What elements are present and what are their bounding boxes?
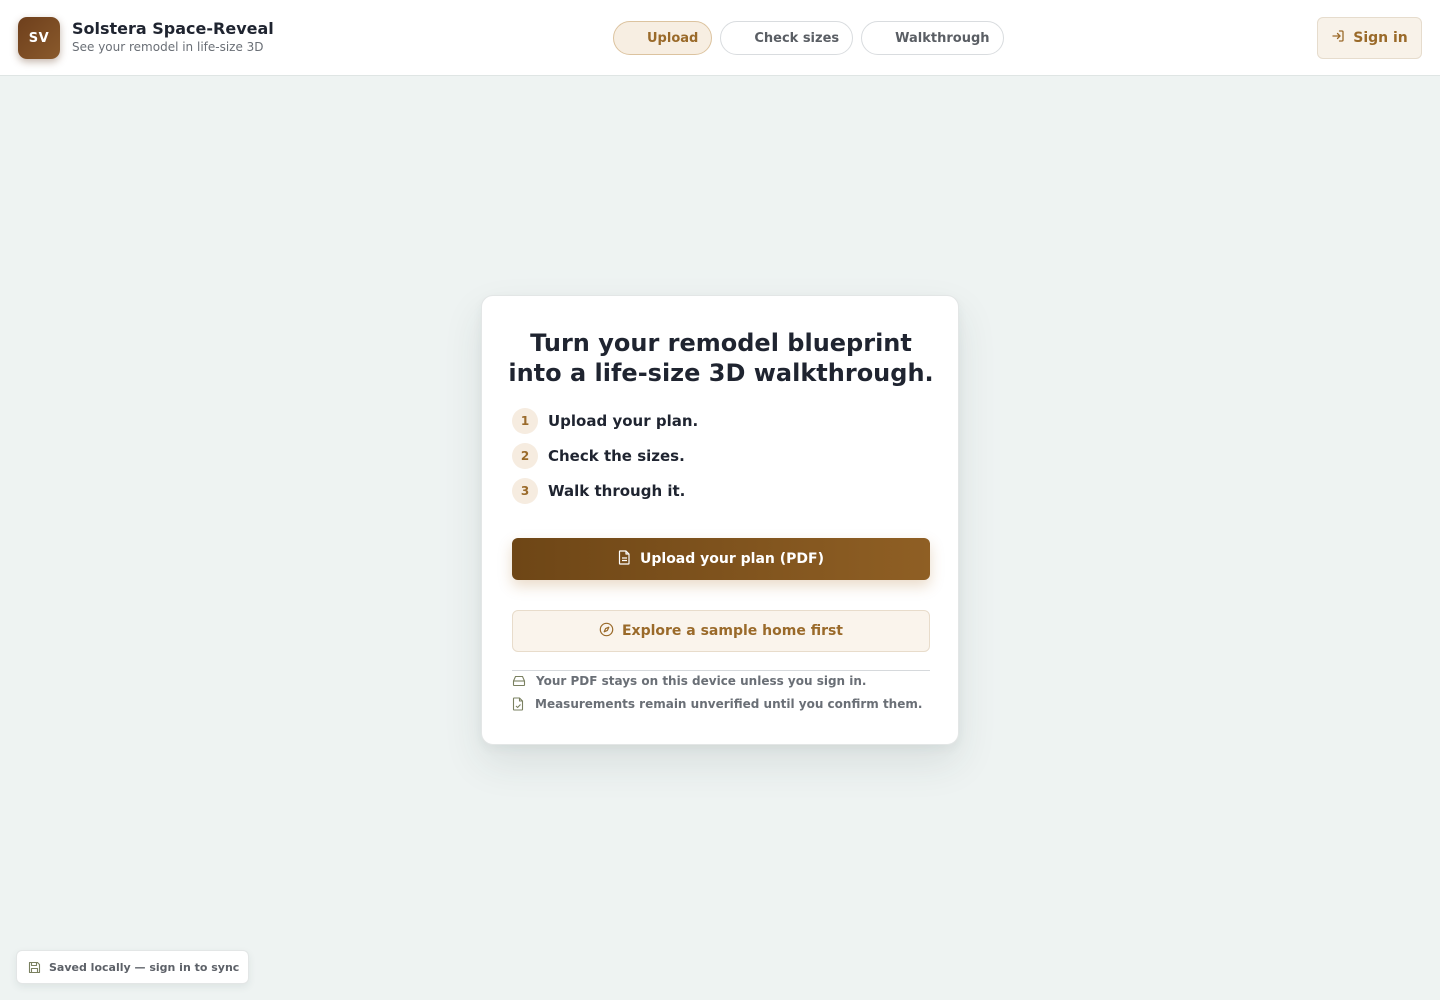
step-tab-check-sizes[interactable]: Check sizes xyxy=(720,21,854,55)
brand-name: Solstera Space-Reveal xyxy=(72,19,274,38)
step-item-3: 3 Walk through it. xyxy=(512,478,685,504)
sign-in-button[interactable]: Sign in xyxy=(1317,17,1422,59)
onboarding-card: Turn your remodel blueprint into a life-… xyxy=(481,295,959,745)
step-item-2: 2 Check the sizes. xyxy=(512,443,685,469)
page-title: Turn your remodel blueprint into a life-… xyxy=(482,328,960,388)
sync-status-badge[interactable]: Saved locally — sign in to sync xyxy=(16,950,249,984)
sync-status-text: Saved locally — sign in to sync xyxy=(49,960,240,974)
measurement-note-text: Measurements remain unverified until you… xyxy=(535,697,923,711)
step-number-badge: 3 xyxy=(512,478,538,504)
drive-icon xyxy=(512,675,526,687)
step-tab-walkthrough[interactable]: Walkthrough xyxy=(861,21,1004,55)
file-check-icon xyxy=(512,697,524,711)
divider xyxy=(512,670,930,671)
upload-plan-label: Upload your plan (PDF) xyxy=(640,551,824,567)
compass-icon xyxy=(599,622,614,641)
step-tab-label: Upload xyxy=(647,30,699,46)
explore-sample-label: Explore a sample home first xyxy=(621,623,844,639)
step-text: Check the sizes. xyxy=(548,447,685,465)
privacy-note-text: Your PDF stays on this device unless you… xyxy=(536,674,867,688)
step-text: Walk through it. xyxy=(548,482,686,500)
app-logo[interactable]: SV xyxy=(18,17,60,59)
privacy-note: Your PDF stays on this device unless you… xyxy=(512,673,867,689)
explore-sample-button[interactable]: Explore a sample home first xyxy=(512,610,930,652)
step-item-1: 1 Upload your plan. xyxy=(512,408,698,434)
brand-tagline: See your remodel in life-size 3D xyxy=(72,40,264,54)
step-tab-label: Check sizes xyxy=(754,30,840,46)
step-navigation: Upload Check sizes Walkthrough xyxy=(613,21,1004,55)
step-tab-upload[interactable]: Upload xyxy=(613,21,713,55)
sign-in-icon xyxy=(1331,29,1345,47)
save-icon xyxy=(28,961,41,973)
step-number-badge: 2 xyxy=(512,443,538,469)
headline-line-1: Turn your remodel blueprint xyxy=(530,329,912,357)
step-text: Upload your plan. xyxy=(548,412,699,430)
top-bar: SV Solstera Space-Reveal See your remode… xyxy=(0,0,1440,76)
document-icon xyxy=(618,549,631,569)
sign-in-label: Sign in xyxy=(1353,30,1408,46)
step-tab-label: Walkthrough xyxy=(895,30,990,46)
upload-plan-button[interactable]: Upload your plan (PDF) xyxy=(512,538,930,580)
measurement-note: Measurements remain unverified until you… xyxy=(512,696,922,712)
headline-line-2: into a life-size 3D walkthrough. xyxy=(508,359,934,387)
step-number-badge: 1 xyxy=(512,408,538,434)
